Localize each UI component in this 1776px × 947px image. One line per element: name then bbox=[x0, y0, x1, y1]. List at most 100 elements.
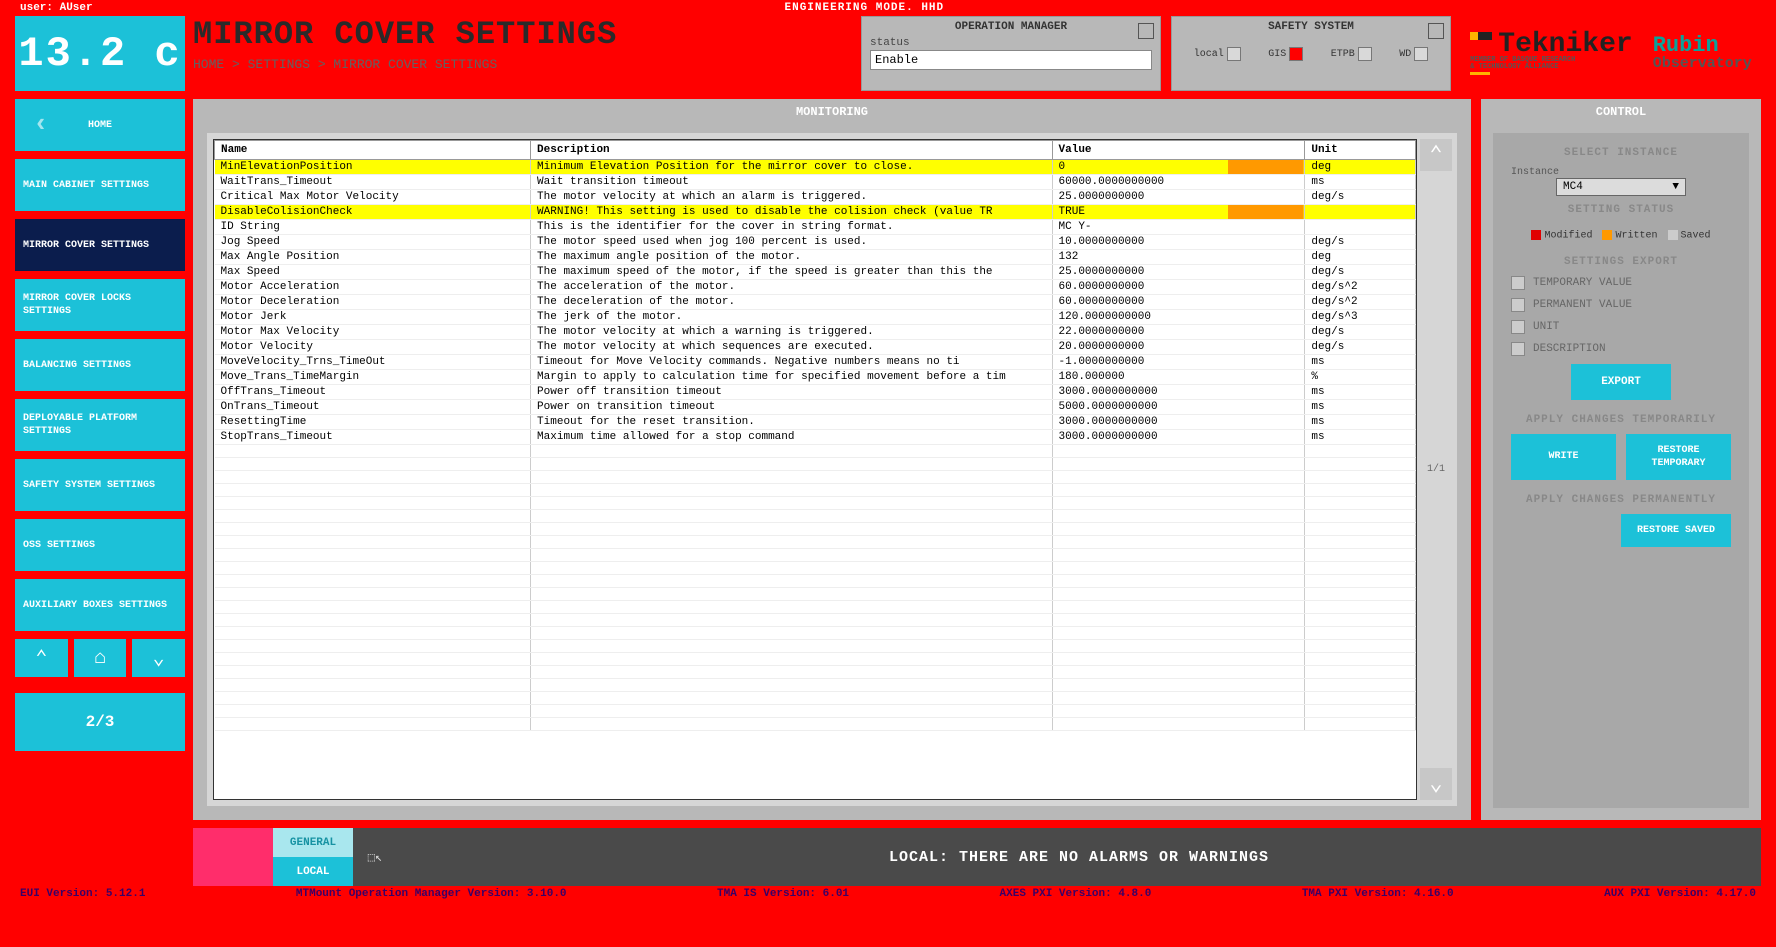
table-row[interactable]: Motor AccelerationThe acceleration of th… bbox=[215, 280, 1416, 295]
nav-mirror-cover[interactable]: MIRROR COVER SETTINGS bbox=[15, 219, 185, 271]
table-row bbox=[215, 718, 1416, 731]
safety-local: local bbox=[1194, 47, 1241, 61]
table-row bbox=[215, 627, 1416, 640]
instance-label: Instance bbox=[1511, 167, 1731, 178]
table-row[interactable]: Motor VelocityThe motor velocity at whic… bbox=[215, 340, 1416, 355]
table-row[interactable]: Max Angle PositionThe maximum angle posi… bbox=[215, 250, 1416, 265]
safety-system-panel: SAFETY SYSTEM local GIS ETPB WD bbox=[1171, 16, 1451, 91]
control-title: CONTROL bbox=[1481, 99, 1761, 125]
nav-balancing[interactable]: BALANCING SETTINGS bbox=[15, 339, 185, 391]
nav-home-button[interactable]: ⌂ bbox=[74, 639, 127, 677]
table-row bbox=[215, 575, 1416, 588]
table-row bbox=[215, 588, 1416, 601]
chk-temp-value[interactable] bbox=[1511, 276, 1525, 290]
table-row[interactable]: OffTrans_TimeoutPower off transition tim… bbox=[215, 385, 1416, 400]
table-row[interactable]: Max SpeedThe maximum speed of the motor,… bbox=[215, 265, 1416, 280]
logo-area: Tekniker MEMBER OF BASQUE RESEARCH& TECH… bbox=[1461, 16, 1761, 91]
nav-oss[interactable]: OSS SETTINGS bbox=[15, 519, 185, 571]
restore-temp-button[interactable]: RESTORE TEMPORARY bbox=[1626, 434, 1731, 480]
table-row[interactable]: Motor Max VelocityThe motor velocity at … bbox=[215, 325, 1416, 340]
table-row bbox=[215, 562, 1416, 575]
table-row[interactable]: DisableColisionCheckWARNING! This settin… bbox=[215, 205, 1416, 220]
tma-pxi-version: TMA PXI Version: 4.16.0 bbox=[1302, 888, 1454, 900]
table-row[interactable]: ResettingTimeTimeout for the reset trans… bbox=[215, 415, 1416, 430]
footer: GENERAL LOCAL ⬚↖ LOCAL: THERE ARE NO ALA… bbox=[193, 828, 1761, 886]
nav-safety-system[interactable]: SAFETY SYSTEM SETTINGS bbox=[15, 459, 185, 511]
nav-mirror-cover-locks[interactable]: MIRROR COVER LOCKS SETTINGS bbox=[15, 279, 185, 331]
table-row[interactable]: Motor DecelerationThe deceleration of th… bbox=[215, 295, 1416, 310]
table-row[interactable]: Jog SpeedThe motor speed used when jog 1… bbox=[215, 235, 1416, 250]
expand-icon[interactable] bbox=[1428, 23, 1444, 39]
bottom-bar: EUI Version: 5.12.1 MTMount Operation Ma… bbox=[0, 886, 1776, 902]
table-row bbox=[215, 458, 1416, 471]
nav-aux-boxes[interactable]: AUXILIARY BOXES SETTINGS bbox=[15, 579, 185, 631]
table-page: 1/1 bbox=[1427, 464, 1445, 475]
nav-up-button[interactable]: ⌃ bbox=[15, 639, 68, 677]
table-row[interactable]: MinElevationPositionMinimum Elevation Po… bbox=[215, 160, 1416, 175]
table-row bbox=[215, 471, 1416, 484]
write-button[interactable]: WRITE bbox=[1511, 434, 1616, 480]
version-badge: 13.2 c bbox=[15, 16, 185, 91]
tab-local[interactable]: LOCAL bbox=[273, 857, 353, 886]
mtmount-version: MTMount Operation Manager Version: 3.10.… bbox=[296, 888, 567, 900]
table-row bbox=[215, 510, 1416, 523]
rubin-logo: RubinObservatory bbox=[1653, 36, 1752, 71]
table-row[interactable]: Move_Trans_TimeMarginMargin to apply to … bbox=[215, 370, 1416, 385]
settings-export-heading: SETTINGS EXPORT bbox=[1511, 256, 1731, 268]
table-row bbox=[215, 640, 1416, 653]
axes-pxi-version: AXES PXI Version: 4.8.0 bbox=[1000, 888, 1152, 900]
scroll-down-button[interactable]: ⌄ bbox=[1420, 768, 1452, 800]
col-name: Name bbox=[215, 141, 531, 160]
settings-table[interactable]: Name Description Value Unit MinElevation… bbox=[213, 139, 1417, 800]
table-row bbox=[215, 653, 1416, 666]
table-row bbox=[215, 692, 1416, 705]
nav-main-cabinet[interactable]: MAIN CABINET SETTINGS bbox=[15, 159, 185, 211]
chevron-down-icon: ▼ bbox=[1672, 181, 1679, 193]
breadcrumb: HOME > SETTINGS > MIRROR COVER SETTINGS bbox=[193, 57, 851, 72]
table-row[interactable]: Motor JerkThe jerk of the motor.120.0000… bbox=[215, 310, 1416, 325]
aux-pxi-version: AUX PXI Version: 4.17.0 bbox=[1604, 888, 1756, 900]
page-indicator: 2/3 bbox=[15, 693, 185, 751]
mode-label: ENGINEERING MODE. HHD bbox=[785, 2, 945, 14]
table-row[interactable]: WaitTrans_TimeoutWait transition timeout… bbox=[215, 175, 1416, 190]
table-row[interactable]: StopTrans_TimeoutMaximum time allowed fo… bbox=[215, 430, 1416, 445]
table-row bbox=[215, 549, 1416, 562]
table-row bbox=[215, 614, 1416, 627]
safety-gis: GIS bbox=[1268, 47, 1303, 61]
control-panel: CONTROL SELECT INSTANCE Instance MC4▼ SE… bbox=[1481, 99, 1761, 820]
expand-icon[interactable] bbox=[1138, 23, 1154, 39]
table-row[interactable]: MoveVelocity_Trns_TimeOutTimeout for Mov… bbox=[215, 355, 1416, 370]
table-row[interactable]: ID StringThis is the identifier for the … bbox=[215, 220, 1416, 235]
select-instance-heading: SELECT INSTANCE bbox=[1511, 147, 1731, 159]
table-row bbox=[215, 484, 1416, 497]
scroll-up-button[interactable]: ⌃ bbox=[1420, 139, 1452, 171]
instance-select[interactable]: MC4▼ bbox=[1556, 178, 1686, 196]
table-row bbox=[215, 445, 1416, 458]
table-row bbox=[215, 497, 1416, 510]
nav-home[interactable]: ‹HOME bbox=[15, 99, 185, 151]
chk-description[interactable] bbox=[1511, 342, 1525, 356]
table-row bbox=[215, 523, 1416, 536]
page-title: MIRROR COVER SETTINGS bbox=[193, 16, 851, 53]
cursor-icon[interactable]: ⬚↖ bbox=[353, 828, 397, 886]
operation-manager-panel: OPERATION MANAGER status Enable bbox=[861, 16, 1161, 91]
export-button[interactable]: EXPORT bbox=[1571, 364, 1671, 400]
table-row[interactable]: OnTrans_TimeoutPower on transition timeo… bbox=[215, 400, 1416, 415]
apply-perm-heading: APPLY CHANGES PERMANENTLY bbox=[1511, 494, 1731, 506]
chevron-left-icon: ‹ bbox=[33, 108, 49, 142]
restore-saved-button[interactable]: RESTORE SAVED bbox=[1621, 514, 1731, 547]
table-row bbox=[215, 679, 1416, 692]
tma-is-version: TMA IS Version: 6.01 bbox=[717, 888, 849, 900]
tab-general[interactable]: GENERAL bbox=[273, 828, 353, 857]
chk-unit[interactable] bbox=[1511, 320, 1525, 334]
top-bar: user: AUser ENGINEERING MODE. HHD bbox=[0, 0, 1776, 16]
sidebar: 13.2 c ‹HOME MAIN CABINET SETTINGS MIRRO… bbox=[15, 16, 185, 886]
table-row bbox=[215, 601, 1416, 614]
op-mgr-title: OPERATION MANAGER bbox=[870, 21, 1152, 33]
nav-down-button[interactable]: ⌄ bbox=[132, 639, 185, 677]
table-row[interactable]: Critical Max Motor VelocityThe motor vel… bbox=[215, 190, 1416, 205]
chk-perm-value[interactable] bbox=[1511, 298, 1525, 312]
table-row bbox=[215, 666, 1416, 679]
nav-deployable-platform[interactable]: DEPLOYABLE PLATFORM SETTINGS bbox=[15, 399, 185, 451]
safety-etpb: ETPB bbox=[1331, 47, 1372, 61]
